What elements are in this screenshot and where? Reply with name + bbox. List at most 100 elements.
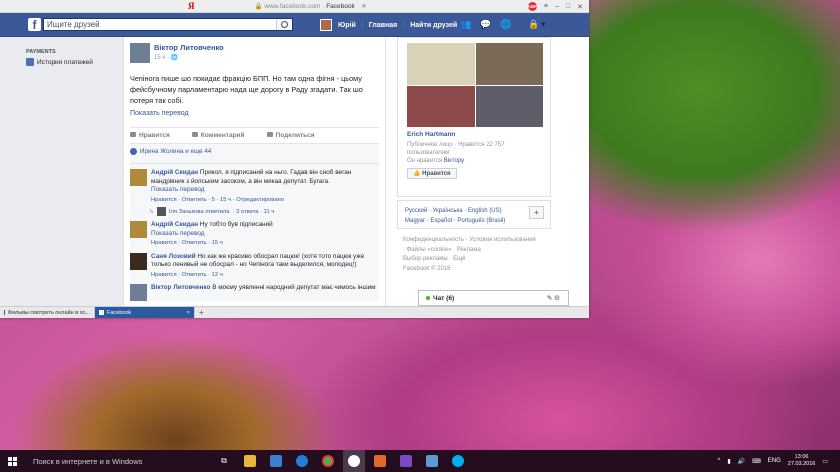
tab-facebook[interactable]: Facebook × (95, 307, 195, 318)
comment-button[interactable]: Комментарий (192, 132, 245, 139)
app-icon[interactable] (369, 450, 391, 472)
page-photo-grid[interactable] (407, 43, 543, 127)
profile-avatar[interactable] (320, 19, 332, 31)
comment-avatar[interactable] (130, 169, 147, 186)
show-translation-link[interactable]: Показать перевод (124, 106, 385, 121)
task-view-icon[interactable]: ⧉ (213, 450, 235, 472)
url-host[interactable]: www.facebook.com (264, 3, 320, 10)
replies-link[interactable]: ↳ Іля Занькова ответила · 3 ответа · 11 … (130, 204, 379, 216)
tab-label[interactable]: Фильмы смотреть онлайн в хо... (8, 310, 90, 316)
page-photo[interactable] (407, 85, 475, 127)
comment-avatar[interactable] (130, 284, 147, 301)
page-photo[interactable] (475, 85, 543, 127)
comment-actions[interactable]: Нравится · Ответить · 12 ч (151, 271, 379, 280)
app-icon[interactable] (421, 450, 443, 472)
chat-bar[interactable]: Чат (6) ✎ ⚙ (418, 290, 569, 306)
comment-author[interactable]: Андрій Скидан (151, 221, 198, 228)
share-button[interactable]: Поделиться (267, 132, 315, 139)
keyboard-icon[interactable]: ⌨ (752, 458, 761, 465)
page-photo[interactable] (475, 43, 543, 85)
new-tab-button[interactable]: + (195, 307, 208, 318)
network-icon[interactable]: ▮ (727, 458, 730, 465)
comment-translate-link[interactable]: Показать перевод (151, 230, 273, 239)
comment-author[interactable]: Андрій Скидан (151, 169, 198, 176)
post-actions: Нравится Комментарий Поделиться (130, 127, 379, 143)
comment-actions[interactable]: Нравится · Ответить · 5 · 15 ч · Отредак… (151, 196, 379, 205)
input-language[interactable]: ENG (768, 458, 781, 464)
facebook-logo-icon[interactable]: f (28, 18, 41, 31)
search-box[interactable]: Ищите друзей (43, 18, 293, 31)
yandex-logo[interactable]: Я (188, 1, 195, 11)
payment-history-label[interactable]: История платежей (37, 59, 93, 66)
tab-movies[interactable]: Фильмы смотреть онлайн в хо... (0, 307, 95, 318)
profile-link[interactable]: Юрій (338, 22, 356, 29)
privacy-icon[interactable]: 🔒 (528, 19, 539, 30)
messages-icon[interactable]: 💬 (480, 19, 491, 30)
reply-author[interactable]: Іля Занькова ответила (169, 209, 230, 215)
page-like-label[interactable]: Нравится (422, 171, 450, 177)
yandex-browser-icon[interactable] (343, 450, 365, 472)
close-icon[interactable]: ✕ (577, 3, 583, 11)
comment-actions-text[interactable]: Нравится · Ответить · 5 · 15 ч · Отредак… (151, 197, 284, 203)
likes-summary-text[interactable]: Ирина Жолина и еще 44 (140, 148, 211, 155)
address-bar[interactable]: 🔒 www.facebook.com · Facebook (255, 2, 355, 10)
comment-actions-text[interactable]: Нравится · Ответить · 15 ч (151, 240, 223, 246)
maximize-icon[interactable]: □ (566, 3, 570, 10)
home-link[interactable]: Главная (369, 22, 397, 29)
file-explorer-icon[interactable] (239, 450, 261, 472)
footer-links[interactable]: Выбор рекламы · Ещё (403, 255, 553, 265)
page-like-button[interactable]: 👍 Нравится (407, 168, 457, 179)
search-input[interactable]: Ищите друзей (47, 20, 100, 29)
friend-requests-icon[interactable]: 👥 (460, 19, 471, 30)
show-hidden-icons[interactable]: ^ (717, 458, 720, 464)
page-photo[interactable] (407, 43, 475, 85)
search-icon[interactable] (276, 19, 292, 30)
start-button[interactable] (0, 450, 24, 472)
post-author-avatar[interactable] (130, 43, 150, 63)
clock[interactable]: 13:06 27.03.2016 (788, 454, 816, 468)
chat-label[interactable]: Чат (6) (433, 295, 454, 302)
footer-links[interactable]: Конфиденциальность · Условия использован… (403, 236, 553, 246)
account-menu-icon[interactable]: ▾ (541, 19, 546, 30)
comment-avatar[interactable] (130, 221, 147, 238)
comment: Андрій Скидан Прикол, я підписаний на нь… (130, 164, 379, 204)
footer-links[interactable]: · Файлы «cookie» · Реклама (403, 246, 553, 256)
skype-icon[interactable] (447, 450, 469, 472)
page-name[interactable]: Erich Hartmann (407, 131, 455, 138)
store-icon[interactable] (265, 450, 287, 472)
tab-close-icon[interactable]: × (187, 310, 190, 316)
adblock-icon[interactable]: ABP (528, 2, 537, 11)
likes-summary[interactable]: Ирина Жолина и еще 44 (130, 148, 379, 164)
app-icon[interactable] (395, 450, 417, 472)
comment-translate-link[interactable]: Показать перевод (151, 186, 379, 195)
more-languages-button[interactable]: + (529, 206, 544, 219)
find-friends-link[interactable]: Найти друзей (410, 22, 457, 29)
payment-history-link[interactable]: История платежей (26, 58, 123, 66)
comment-author[interactable]: Віктор Литовченко (151, 284, 210, 291)
post-author[interactable]: Віктор Литовченко (154, 43, 224, 52)
comment-actions[interactable]: Нравится · Ответить · 15 ч (151, 239, 273, 248)
page-footer: Конфиденциальность · Условия использован… (403, 236, 553, 274)
comment-actions-text[interactable]: Нравится · Ответить · 12 ч (151, 272, 223, 278)
nav-divider (361, 20, 363, 30)
bookmark-star-icon[interactable]: ★ (361, 2, 367, 10)
copyright: Facebook © 2016 (403, 265, 451, 272)
post-time[interactable]: 15 ч · 🌐 (154, 54, 224, 61)
edge-icon[interactable] (291, 450, 313, 472)
menu-icon[interactable]: ≡ (544, 3, 548, 10)
notifications-icon[interactable]: 🌐 (500, 19, 511, 30)
chat-settings-icon[interactable]: ✎ ⚙ (547, 294, 560, 302)
tab-label[interactable]: Facebook (107, 310, 131, 316)
notifications-center-icon[interactable]: ▭ (822, 458, 828, 465)
liked-by-name[interactable]: Віктору (444, 158, 464, 164)
volume-icon[interactable]: 🔊 (738, 458, 745, 465)
like-button[interactable]: Нравится (130, 132, 170, 139)
comment-author[interactable]: Саня Лозовий (151, 253, 196, 260)
comment-text: Ну тобто був підписаний (199, 221, 273, 228)
chrome-icon[interactable] (317, 450, 339, 472)
post-time-text[interactable]: 15 ч (154, 55, 165, 61)
reply-count[interactable]: · 3 ответа · 11 ч (233, 209, 275, 215)
minimize-icon[interactable]: – (555, 3, 559, 10)
taskbar-search[interactable]: Поиск в интернете и в Windows (24, 450, 209, 472)
comment-avatar[interactable] (130, 252, 147, 270)
